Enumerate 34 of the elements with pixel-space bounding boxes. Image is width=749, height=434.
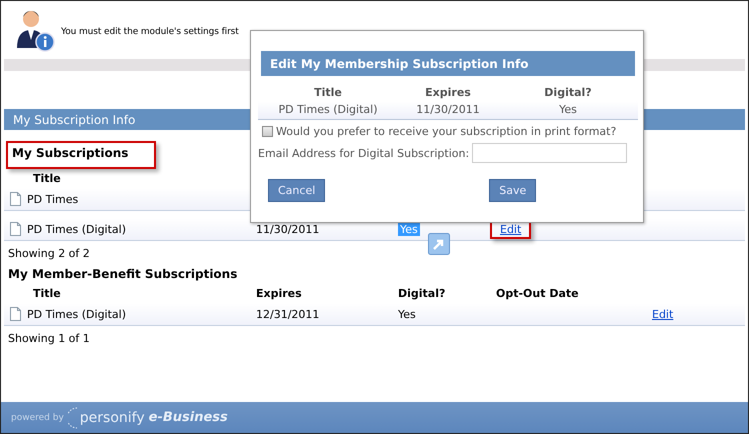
document-icon [10, 307, 21, 321]
edit-link[interactable]: Edit [500, 222, 522, 236]
table-cell: 11/30/2011 [256, 222, 320, 236]
column-header: Expires [256, 287, 302, 300]
column-header: Digital? [543, 86, 593, 101]
user-info-icon [15, 8, 55, 52]
print-checkbox[interactable] [262, 126, 273, 137]
email-label: Email Address for Digital Subscription: [258, 146, 470, 160]
edit-link[interactable]: Edit [652, 308, 674, 320]
column-header: Opt-Out Date [496, 287, 579, 300]
table-cell: PD Times (Digital) [27, 222, 126, 236]
table-cell: PD Times (Digital) [27, 308, 126, 320]
row-count: Showing 2 of 2 [7, 246, 91, 262]
product-name: e-Business [148, 410, 228, 425]
brand-logo: personify [68, 406, 145, 428]
email-field[interactable] [472, 143, 628, 163]
column-header: Title [33, 172, 61, 185]
table-cell: Yes [398, 308, 416, 320]
section-heading: My Member-Benefit Subscriptions [7, 266, 238, 283]
section-heading: My Subscriptions [11, 145, 130, 162]
expand-icon[interactable] [428, 233, 450, 255]
column-header: Title [33, 287, 61, 300]
settings-message: You must edit the module's settings first [61, 27, 239, 37]
dialog-title: Edit My Membership Subscription Info [261, 51, 635, 76]
column-header: Expires [424, 86, 472, 101]
table-cell: PD Times [27, 192, 78, 206]
table-cell: 12/31/2011 [256, 308, 320, 320]
powered-by-text: powered by [11, 412, 64, 422]
table-cell: Yes [398, 222, 420, 236]
document-icon [10, 192, 21, 206]
row-count: Showing 1 of 1 [7, 331, 91, 347]
column-header: Title [313, 86, 343, 101]
document-icon [10, 222, 21, 236]
column-header: Digital? [398, 287, 446, 300]
